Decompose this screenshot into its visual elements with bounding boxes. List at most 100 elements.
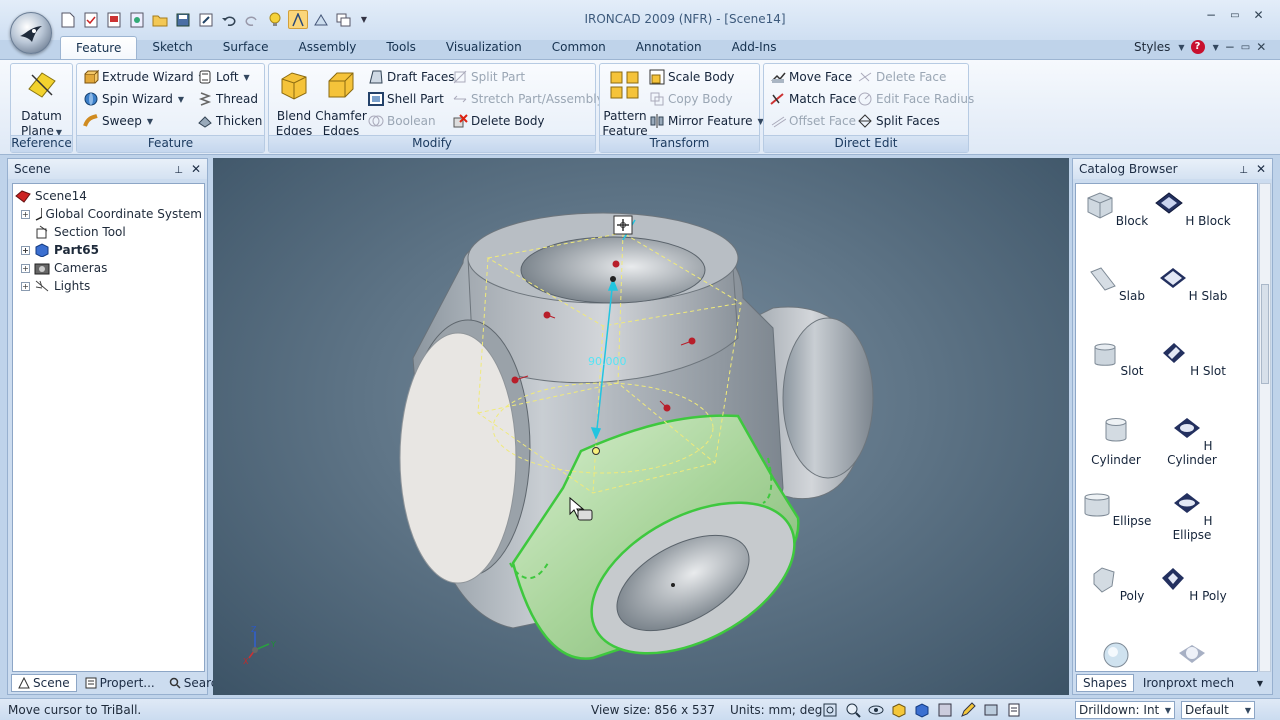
catalog-item-slot[interactable]: Slot bbox=[1076, 339, 1156, 378]
catalog-item-ellipse[interactable]: Ellipse bbox=[1076, 489, 1156, 528]
stretch-part-button[interactable]: Stretch Part/Assembly bbox=[452, 89, 604, 109]
tree-item-section-tool[interactable]: Section Tool bbox=[15, 223, 202, 241]
catalog-item-h-slab[interactable]: H Slab bbox=[1152, 264, 1232, 303]
shell-part-button[interactable]: Shell Part bbox=[368, 89, 444, 109]
tree-item-lights[interactable]: + Lights bbox=[15, 277, 202, 295]
render-settings-icon[interactable] bbox=[937, 702, 953, 718]
catalog-item-h-block[interactable]: H Block bbox=[1152, 189, 1232, 228]
window-title: IRONCAD 2009 (NFR) - [Scene14] bbox=[584, 12, 786, 26]
doc-restore-icon[interactable]: ▭ bbox=[1241, 42, 1250, 53]
tab-ironproxt-mech[interactable]: Ironproxt mech bbox=[1137, 674, 1240, 692]
split-faces-button[interactable]: Split Faces bbox=[857, 111, 940, 131]
tab-visualization[interactable]: Visualization bbox=[431, 36, 537, 60]
help-icon[interactable]: ? bbox=[1190, 40, 1205, 54]
tab-feature[interactable]: Feature bbox=[60, 36, 138, 60]
tab-add-ins[interactable]: Add-Ins bbox=[717, 36, 792, 60]
zoom-fit-icon[interactable] bbox=[822, 702, 838, 718]
drilldown-select[interactable]: Drilldown: Int ▼ bbox=[1075, 701, 1175, 719]
svg-text:X: X bbox=[243, 657, 249, 666]
doc-close-icon[interactable]: ✕ bbox=[1256, 40, 1266, 54]
pin-icon[interactable]: ⊥ bbox=[174, 165, 183, 176]
tab-shapes[interactable]: Shapes bbox=[1076, 674, 1134, 692]
scene-icon bbox=[15, 190, 31, 203]
offset-face-button[interactable]: Offset Face bbox=[770, 111, 856, 131]
tab-properties[interactable]: Propert... bbox=[79, 674, 161, 692]
catalog-item-block[interactable]: Block bbox=[1076, 189, 1156, 228]
tree-item-global-coordinate-system[interactable]: + Global Coordinate System bbox=[15, 205, 202, 223]
tree-item-part65[interactable]: + Part65 bbox=[15, 241, 202, 259]
front-view-icon[interactable] bbox=[914, 702, 930, 718]
group-label-reference: Reference bbox=[11, 135, 72, 152]
h-slab-icon bbox=[1159, 268, 1186, 288]
restore-icon[interactable]: ▭ bbox=[1230, 10, 1239, 21]
tab-annotation[interactable]: Annotation bbox=[621, 36, 717, 60]
move-face-button[interactable]: Move Face bbox=[770, 67, 852, 87]
expand-icon[interactable]: + bbox=[21, 245, 30, 255]
orbit-icon[interactable] bbox=[868, 702, 884, 718]
tab-common[interactable]: Common bbox=[537, 36, 621, 60]
layers-icon[interactable] bbox=[1006, 702, 1022, 718]
pencil-icon[interactable] bbox=[960, 702, 976, 718]
extrude-wizard-button[interactable]: Extrude Wizard▼ bbox=[83, 67, 205, 87]
tab-tools[interactable]: Tools bbox=[371, 36, 431, 60]
tab-surface[interactable]: Surface bbox=[208, 36, 284, 60]
copy-body-button[interactable]: Copy Body bbox=[649, 89, 733, 109]
doc-minimize-icon[interactable]: − bbox=[1225, 40, 1235, 54]
draft-faces-button[interactable]: Draft Faces bbox=[368, 67, 454, 87]
expand-icon[interactable]: + bbox=[21, 209, 30, 219]
catalog-list: Block H Block Slab H Slab Slot H Slot Cy… bbox=[1075, 183, 1258, 672]
delete-face-button[interactable]: Delete Face bbox=[857, 67, 946, 87]
close-icon[interactable]: ✕ bbox=[191, 162, 201, 176]
catalog-tabs-dropdown-icon[interactable]: ▼ bbox=[1257, 679, 1263, 688]
match-face-button[interactable]: Match Face bbox=[770, 89, 857, 109]
expand-icon[interactable]: + bbox=[21, 263, 30, 273]
blend-edges-button[interactable]: Blend Edges bbox=[273, 69, 315, 139]
loft-icon bbox=[199, 70, 211, 84]
datum-plane-button[interactable]: Datum Plane ▼ bbox=[13, 69, 70, 140]
view-cube-icon[interactable] bbox=[891, 702, 907, 718]
split-part-button[interactable]: Split Part bbox=[452, 67, 525, 87]
pattern-feature-button[interactable]: Pattern Feature bbox=[602, 69, 648, 139]
catalog-item-h-poly[interactable]: H Poly bbox=[1152, 564, 1232, 603]
shaded-view-icon[interactable] bbox=[983, 702, 999, 718]
tab-assembly[interactable]: Assembly bbox=[284, 36, 372, 60]
scale-body-button[interactable]: Scale Body bbox=[649, 67, 734, 87]
application-menu-button[interactable] bbox=[10, 12, 52, 54]
model-render: 90.000 Z Y X bbox=[243, 212, 874, 666]
tree-item-cameras[interactable]: + Cameras bbox=[15, 259, 202, 277]
h-ellipse-icon bbox=[1174, 493, 1201, 513]
catalog-item-h-cylinder[interactable]: H Cylinder bbox=[1152, 414, 1232, 467]
group-feature: Extrude Wizard▼ Spin Wizard▼ Sweep▼ Loft… bbox=[76, 63, 265, 153]
close-icon[interactable]: ✕ bbox=[1256, 162, 1266, 176]
catalog-item-poly[interactable]: Poly bbox=[1076, 564, 1156, 603]
style-select[interactable]: Default ▼ bbox=[1181, 701, 1255, 719]
catalog-item-slab[interactable]: Slab bbox=[1076, 264, 1156, 303]
loft-button[interactable]: Loft ▼ bbox=[197, 67, 250, 87]
tab-sketch[interactable]: Sketch bbox=[137, 36, 207, 60]
tree-item-scene-root[interactable]: Scene14 bbox=[15, 187, 202, 205]
mirror-feature-button[interactable]: Mirror Feature ▼ bbox=[649, 111, 764, 131]
minimize-icon[interactable]: − bbox=[1206, 8, 1216, 22]
styles-menu[interactable]: Styles bbox=[1134, 40, 1170, 54]
expand-icon[interactable]: + bbox=[21, 281, 30, 291]
pin-icon[interactable]: ⊥ bbox=[1239, 165, 1248, 176]
spin-wizard-button[interactable]: Spin Wizard ▼ bbox=[83, 89, 184, 109]
boolean-button[interactable]: Boolean bbox=[368, 111, 436, 131]
thread-button[interactable]: Thread bbox=[197, 89, 258, 109]
close-icon[interactable]: ✕ bbox=[1254, 8, 1264, 22]
3d-viewport[interactable]: 90.000 Z Y X bbox=[213, 158, 1069, 695]
catalog-item-h-slot[interactable]: H Slot bbox=[1152, 339, 1232, 378]
edit-face-radius-icon bbox=[858, 92, 872, 106]
tab-scene[interactable]: Scene bbox=[11, 674, 77, 692]
zoom-icon[interactable] bbox=[845, 702, 861, 718]
catalog-item-cylinder[interactable]: Cylinder bbox=[1076, 414, 1156, 467]
catalog-item-h-ellipse[interactable]: H Ellipse bbox=[1152, 489, 1232, 542]
delete-face-icon bbox=[858, 72, 872, 82]
catalog-scroll-thumb[interactable] bbox=[1261, 284, 1269, 384]
edit-face-radius-button[interactable]: Edit Face Radius bbox=[857, 89, 974, 109]
catalog-scrollbar[interactable] bbox=[1259, 183, 1271, 672]
delete-body-button[interactable]: Delete Body bbox=[452, 111, 545, 131]
thicken-button[interactable]: Thicken bbox=[197, 111, 262, 131]
chamfer-edges-button[interactable]: Chamfer Edges bbox=[315, 69, 367, 139]
sweep-button[interactable]: Sweep ▼ bbox=[83, 111, 153, 131]
